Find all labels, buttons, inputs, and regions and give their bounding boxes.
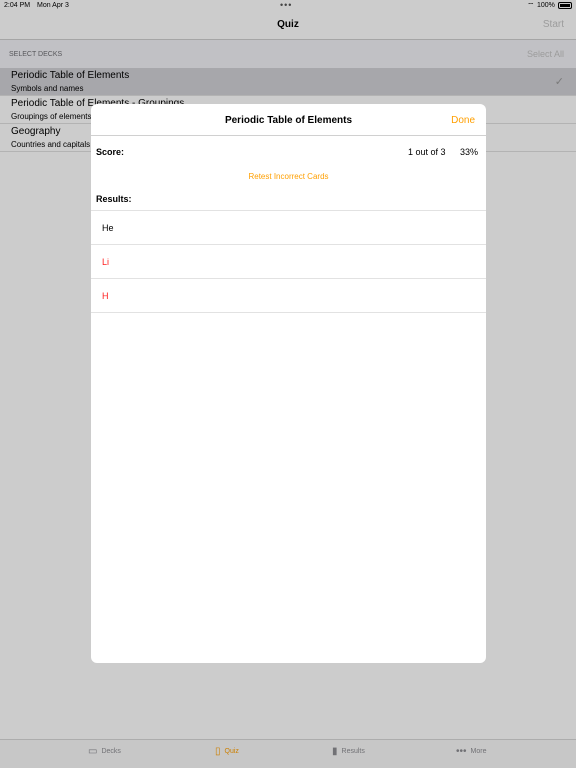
score-percent: 33% (460, 147, 479, 157)
results-modal: Periodic Table of Elements Done Score: 1… (91, 104, 486, 663)
result-text: Li (102, 257, 110, 267)
retest-incorrect-button[interactable]: Retest Incorrect Cards (91, 172, 486, 181)
result-row[interactable]: Li (91, 245, 486, 279)
modal-header: Periodic Table of Elements Done (91, 104, 486, 136)
result-text: H (102, 291, 109, 301)
results-label: Results: (96, 194, 132, 204)
done-button[interactable]: Done (451, 115, 475, 126)
results-list: He Li H (91, 210, 486, 313)
result-row[interactable]: H (91, 279, 486, 313)
modal-title: Periodic Table of Elements (224, 115, 353, 126)
result-row[interactable]: He (91, 211, 486, 245)
score-label: Score: (96, 147, 125, 157)
score-count: 1 out of 3 (408, 147, 446, 157)
result-text: He (102, 223, 114, 233)
